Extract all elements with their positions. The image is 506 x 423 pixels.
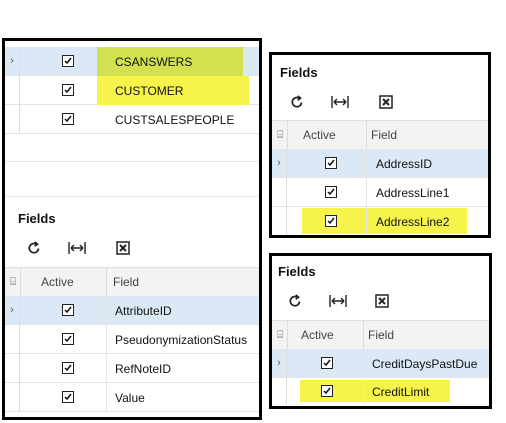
table-row[interactable]: › CSANSWERS: [5, 47, 259, 77]
column-separator: [363, 378, 364, 404]
column-separator: [363, 349, 364, 377]
table-row[interactable]: CUSTSALESPEOPLE: [5, 105, 259, 134]
splitter[interactable]: [5, 162, 259, 197]
column-separator: [106, 268, 107, 296]
field-name: PseudonymizationStatus: [115, 333, 248, 347]
field-row[interactable]: AddressLine1: [272, 178, 488, 207]
row-pointer: [5, 105, 20, 133]
left-panel: › CSANSWERS CUSTOMER CUSTSALESPEOPLE Fie…: [2, 38, 262, 420]
column-chooser-icon[interactable]: ⌸: [7, 268, 19, 296]
active-checkbox[interactable]: [62, 391, 74, 403]
right-top-panel: Fields ⌸ Active Field › AddressID Addres…: [269, 52, 491, 238]
field-name: CreditLimit: [372, 385, 430, 399]
fields-grid-header: ⌸ Active Field: [272, 320, 489, 350]
right-bottom-panel: Fields ⌸ Active Field › CreditDaysPastDu…: [269, 253, 492, 409]
active-checkbox[interactable]: [62, 84, 74, 96]
column-separator: [106, 325, 107, 353]
export-excel-icon[interactable]: [114, 239, 132, 257]
column-separator: [106, 354, 107, 382]
column-chooser-icon[interactable]: ⌸: [274, 121, 286, 149]
active-checkbox[interactable]: [62, 113, 74, 125]
active-checkbox[interactable]: [62, 304, 74, 316]
refresh-icon[interactable]: [25, 239, 43, 257]
row-pointer: [272, 207, 287, 235]
row-pointer: [5, 383, 20, 411]
fields-grid-header: ⌸ Active Field: [5, 267, 259, 297]
column-separator: [287, 321, 288, 349]
active-checkbox[interactable]: [325, 215, 337, 227]
field-row[interactable]: › AttributeID: [5, 296, 259, 325]
active-column-header[interactable]: Active: [41, 268, 74, 296]
field-name: AttributeID: [115, 304, 172, 318]
grid-empty-area: [5, 135, 259, 162]
column-separator: [106, 296, 107, 324]
refresh-icon[interactable]: [286, 292, 304, 310]
column-separator: [363, 321, 364, 349]
fields-title: Fields: [278, 264, 316, 279]
fit-columns-icon[interactable]: [68, 239, 86, 257]
field-name: AddressLine2: [376, 215, 450, 229]
field-row[interactable]: PseudonymizationStatus: [5, 325, 259, 354]
column-separator: [366, 178, 367, 206]
row-pointer: [5, 76, 20, 104]
active-checkbox[interactable]: [321, 385, 333, 397]
field-row[interactable]: AddressLine2: [272, 207, 488, 235]
field-name: CreditDaysPastDue: [372, 357, 478, 371]
field-name: AddressID: [376, 157, 433, 171]
field-name: Value: [115, 391, 145, 405]
table-name: CUSTOMER: [115, 84, 184, 98]
row-pointer: [5, 354, 20, 382]
field-column-header[interactable]: Field: [371, 121, 397, 149]
active-checkbox[interactable]: [62, 55, 74, 67]
row-pointer: [272, 178, 287, 206]
field-name: RefNoteID: [115, 362, 172, 376]
column-separator: [366, 149, 367, 177]
fields-title: Fields: [280, 65, 318, 80]
active-column-header[interactable]: Active: [301, 321, 334, 349]
row-pointer: [272, 378, 287, 404]
row-pointer: [5, 325, 20, 353]
refresh-icon[interactable]: [288, 93, 306, 111]
active-checkbox[interactable]: [62, 333, 74, 345]
field-row[interactable]: RefNoteID: [5, 354, 259, 383]
row-pointer-icon: ›: [272, 149, 287, 177]
export-excel-icon[interactable]: [377, 93, 395, 111]
table-row[interactable]: CUSTOMER: [5, 76, 259, 105]
field-row[interactable]: › CreditDaysPastDue: [272, 349, 489, 378]
fit-columns-icon[interactable]: [329, 292, 347, 310]
active-checkbox[interactable]: [325, 157, 337, 169]
field-row[interactable]: Value: [5, 383, 259, 412]
row-pointer-icon: ›: [5, 47, 20, 75]
field-row[interactable]: CreditLimit: [272, 378, 489, 404]
column-separator: [366, 207, 367, 235]
fields-grid-header: ⌸ Active Field: [272, 120, 488, 150]
export-excel-icon[interactable]: [373, 292, 391, 310]
column-separator: [287, 121, 288, 149]
row-pointer-icon: ›: [5, 296, 20, 324]
column-chooser-icon[interactable]: ⌸: [274, 321, 286, 349]
column-separator: [20, 268, 21, 296]
fields-title: Fields: [18, 211, 56, 226]
table-name: CSANSWERS: [115, 55, 193, 69]
field-name: AddressLine1: [376, 186, 450, 200]
fit-columns-icon[interactable]: [331, 93, 349, 111]
active-checkbox[interactable]: [62, 362, 74, 374]
table-name: CUSTSALESPEOPLE: [115, 113, 235, 127]
active-checkbox[interactable]: [321, 357, 333, 369]
active-checkbox[interactable]: [325, 186, 337, 198]
field-row[interactable]: › AddressID: [272, 149, 488, 178]
field-column-header[interactable]: Field: [113, 268, 139, 296]
column-separator: [366, 121, 367, 149]
field-column-header[interactable]: Field: [368, 321, 394, 349]
active-column-header[interactable]: Active: [303, 121, 336, 149]
column-separator: [106, 383, 107, 411]
row-pointer-icon: ›: [272, 349, 287, 377]
